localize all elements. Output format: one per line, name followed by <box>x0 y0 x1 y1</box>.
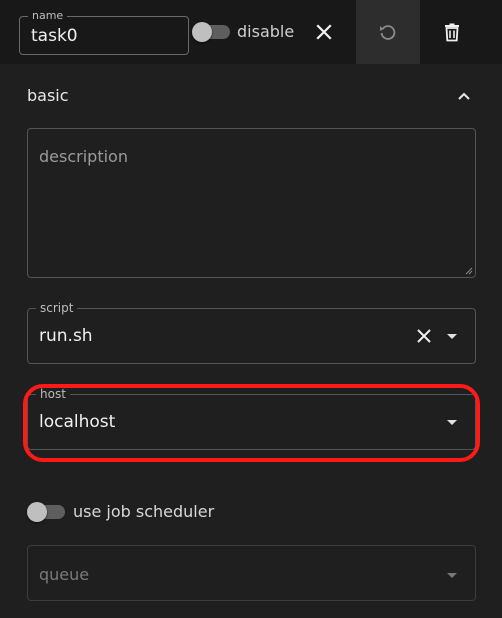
job-scheduler-toggle-knob[interactable] <box>27 502 47 522</box>
resize-handle-icon[interactable] <box>465 267 473 275</box>
disable-label: disable <box>237 22 295 41</box>
script-legend: script <box>36 301 78 315</box>
queue-placeholder: queue <box>39 565 90 584</box>
task-editor-panel: name task0 disable basic description scr… <box>0 0 502 618</box>
host-highlight-annotation <box>23 384 480 462</box>
description-placeholder: description <box>39 147 128 166</box>
disable-toggle-knob[interactable] <box>192 22 212 42</box>
chevron-down-icon <box>447 573 457 578</box>
close-button[interactable] <box>292 0 356 64</box>
job-scheduler-label: use job scheduler <box>73 502 215 521</box>
trash-icon <box>445 23 459 42</box>
clear-icon[interactable] <box>415 327 433 345</box>
task-name-value[interactable]: task0 <box>31 26 78 46</box>
script-value: run.sh <box>39 326 93 346</box>
task-name-field[interactable]: name task0 <box>19 9 189 55</box>
delete-button[interactable] <box>420 0 484 64</box>
refresh-icon <box>379 25 396 40</box>
chevron-up-icon <box>458 92 470 100</box>
queue-select: queue <box>27 545 476 601</box>
description-textarea[interactable]: description <box>27 128 476 278</box>
task-toolbar: name task0 disable <box>0 0 502 64</box>
refresh-button[interactable] <box>356 0 420 64</box>
section-title-basic: basic <box>27 86 69 105</box>
script-select[interactable]: script run.sh <box>27 301 476 364</box>
close-icon <box>316 24 332 40</box>
task-name-legend: name <box>28 9 68 23</box>
chevron-down-icon[interactable] <box>447 334 457 339</box>
collapse-section-button[interactable] <box>452 86 476 106</box>
disable-toggle[interactable] <box>192 22 230 42</box>
job-scheduler-toggle[interactable] <box>27 502 65 522</box>
